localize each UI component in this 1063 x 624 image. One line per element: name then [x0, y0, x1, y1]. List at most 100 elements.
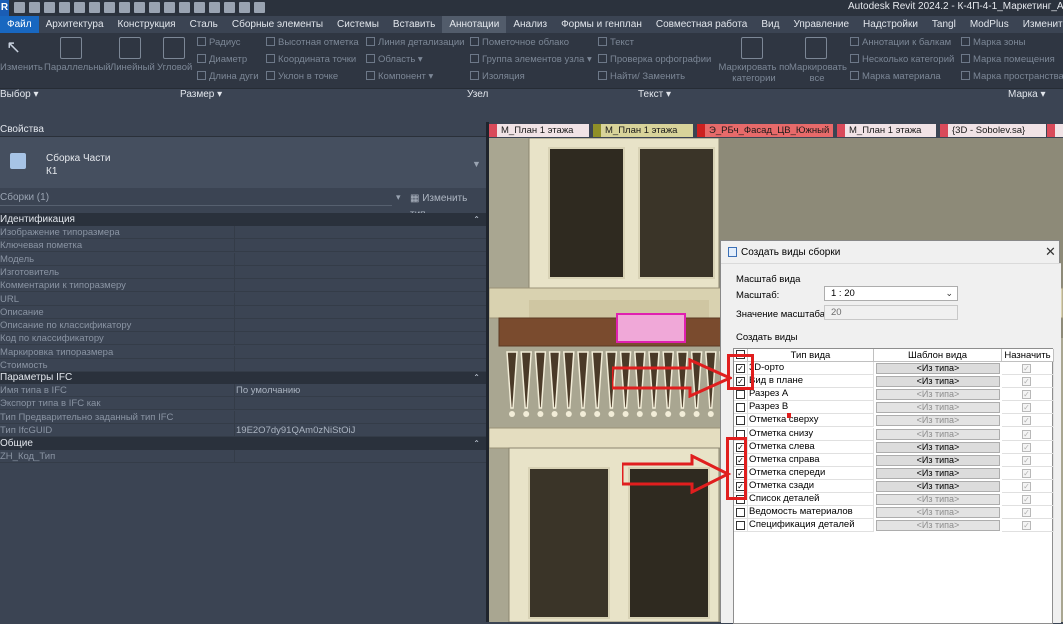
property-row[interactable]: Экспорт типа в IFC как	[0, 397, 486, 411]
tab-addins[interactable]: Надстройки	[856, 16, 925, 33]
dimension-icon[interactable]	[134, 2, 145, 13]
revit-logo[interactable]: R	[0, 0, 9, 16]
tab-architecture[interactable]: Архитектура	[39, 16, 111, 33]
view-type-row[interactable]: ✓ Отметка сзади <Из типа> ✓	[734, 479, 1054, 493]
property-row[interactable]: URL	[0, 292, 486, 306]
view-template-button[interactable]: <Из типа>	[876, 480, 1000, 492]
tab-manage[interactable]: Управление	[786, 16, 856, 33]
view-type-row[interactable]: Список деталей <Из типа> ✓	[734, 493, 1054, 506]
view-tab-overflow[interactable]	[1047, 124, 1063, 137]
panel-dimension[interactable]: Размер ▾	[180, 89, 222, 101]
view-type-row[interactable]: Отметка снизу <Из типа> ✓	[734, 427, 1054, 441]
tab-collaborate[interactable]: Совместная работа	[649, 16, 755, 33]
thin-lines-icon[interactable]	[209, 2, 220, 13]
arc-length-button[interactable]: Длина дуги	[197, 71, 259, 82]
tab-analyze[interactable]: Анализ	[506, 16, 554, 33]
tab-file[interactable]: Файл	[0, 16, 39, 33]
tab-massing-site[interactable]: Формы и генплан	[554, 16, 649, 33]
view-type-row[interactable]: Спецификация деталей <Из типа> ✓	[734, 519, 1054, 533]
view-tab[interactable]: Э_РБч_Фасад_ЦВ_Южный	[697, 124, 833, 137]
3d-view-icon[interactable]	[179, 2, 190, 13]
region-button[interactable]: Область ▾	[366, 54, 423, 65]
detail-group-button[interactable]: Группа элементов узла ▾	[470, 54, 592, 65]
chevron-down-icon[interactable]: ▾	[396, 192, 401, 203]
spot-slope-button[interactable]: Уклон в точке	[266, 71, 338, 82]
save-icon[interactable]	[44, 2, 55, 13]
group-general[interactable]: Общие ⌃	[0, 437, 486, 450]
view-template-button[interactable]: <Из типа>	[876, 402, 1000, 414]
property-row[interactable]: Изображение типоразмера	[0, 226, 486, 239]
property-row[interactable]: Тип IfcGUID 19E2O7dy91QAm0zNiStOiJ	[0, 423, 486, 437]
area-tag-button[interactable]: Марка зоны	[961, 37, 1025, 48]
scale-dropdown[interactable]: 1 : 20 ⌄	[824, 286, 958, 301]
include-checkbox[interactable]	[736, 521, 745, 531]
property-row[interactable]: Имя типа в IFC По умолчанию	[0, 384, 486, 397]
spot-coordinate-button[interactable]: Координата точки	[266, 54, 356, 65]
diameter-dimension-button[interactable]: Диаметр	[197, 54, 247, 65]
view-type-row[interactable]: Ведомость материалов <Из типа> ✓	[734, 506, 1054, 520]
view-template-button[interactable]: <Из типа>	[876, 415, 1000, 427]
detail-line-button[interactable]: Линия детализации	[366, 37, 464, 48]
print-icon[interactable]	[104, 2, 115, 13]
collapse-icon[interactable]: ⌃	[473, 437, 480, 450]
type-selector[interactable]: Сборка Части К1 ▼	[0, 136, 486, 196]
home-icon[interactable]	[14, 2, 25, 13]
edit-type-button[interactable]: ▦ Изменить тип	[406, 191, 484, 220]
view-template-button[interactable]: <Из типа>	[876, 454, 1000, 466]
modify-arrow-icon[interactable]: ↖	[6, 37, 28, 59]
tag-all-button[interactable]: Маркировать все	[789, 62, 847, 84]
customize-qat-icon[interactable]	[254, 2, 265, 13]
text-button[interactable]: Текст	[598, 37, 634, 48]
group-identity[interactable]: Идентификация ⌃	[0, 213, 486, 226]
include-checkbox[interactable]	[736, 390, 745, 400]
property-row[interactable]: Изготовитель	[0, 265, 486, 279]
panel-select[interactable]: Выбор ▾	[0, 89, 39, 101]
spelling-button[interactable]: Проверка орфографии	[598, 54, 711, 65]
view-type-row[interactable]: ✓ Отметка слева <Из типа> ✓	[734, 440, 1054, 454]
insulation-button[interactable]: Изоляция	[470, 71, 525, 82]
tag-by-category-button[interactable]: Маркировать по категории	[718, 62, 790, 84]
tag-by-category-icon[interactable]	[741, 37, 763, 59]
property-row[interactable]: Стоимость	[0, 359, 486, 372]
material-tag-button[interactable]: Марка материала	[850, 71, 941, 82]
property-row[interactable]: Модель	[0, 252, 486, 266]
space-tag-button[interactable]: Марка пространства	[961, 71, 1063, 82]
component-button[interactable]: Компонент ▾	[366, 71, 433, 82]
panel-tag[interactable]: Марка ▾	[1008, 89, 1046, 101]
view-type-row[interactable]: Разрез A <Из типа> ✓	[734, 388, 1054, 402]
view-template-button[interactable]: <Из типа>	[876, 389, 1000, 401]
redo-icon[interactable]	[89, 2, 100, 13]
aligned-dimension-icon[interactable]	[60, 37, 82, 59]
view-tab[interactable]: М_План 1 этажа	[593, 124, 693, 137]
tab-structure[interactable]: Конструкция	[111, 16, 183, 33]
view-template-button[interactable]: <Из типа>	[876, 441, 1000, 453]
view-type-row[interactable]: Разрез B <Из типа> ✓	[734, 401, 1054, 415]
property-value[interactable]: По умолчанию	[236, 384, 300, 397]
section-icon[interactable]	[194, 2, 205, 13]
aligned-dimension-button[interactable]: Параллельный	[44, 62, 111, 73]
tab-tangl[interactable]: Tangl	[925, 16, 963, 33]
tab-view[interactable]: Вид	[754, 16, 786, 33]
property-row[interactable]: Тип Предварительно заданный тип IFC	[0, 410, 486, 424]
view-type-row[interactable]: ✓ Вид в плане <Из типа> ✓	[734, 375, 1054, 389]
include-checkbox[interactable]	[736, 403, 745, 413]
collapse-icon[interactable]: ⌃	[473, 213, 480, 226]
view-tab[interactable]: М_План 1 этажа	[489, 124, 589, 137]
view-type-row[interactable]: ✓ Отметка спереди <Из типа> ✓	[734, 466, 1054, 480]
modify-button[interactable]: Изменить	[0, 62, 43, 73]
tab-steel[interactable]: Сталь	[183, 16, 225, 33]
view-template-button[interactable]: <Из типа>	[876, 507, 1000, 519]
property-row[interactable]: Комментарии к типоразмеру	[0, 279, 486, 293]
property-value[interactable]: 19E2O7dy91QAm0zNiStOiJ	[236, 424, 355, 437]
include-checkbox[interactable]	[736, 416, 745, 426]
sync-icon[interactable]	[59, 2, 70, 13]
revision-cloud-button[interactable]: Пометочное облако	[470, 37, 569, 48]
collapse-icon[interactable]: ⌃	[473, 371, 480, 384]
linear-dimension-icon[interactable]	[119, 37, 141, 59]
open-icon[interactable]	[29, 2, 40, 13]
property-row[interactable]: Описание	[0, 305, 486, 319]
switch-windows-icon[interactable]	[239, 2, 250, 13]
text-icon[interactable]	[164, 2, 175, 13]
property-row[interactable]: Описание по классификатору	[0, 319, 486, 333]
close-icon[interactable]: ✕	[1045, 244, 1056, 260]
